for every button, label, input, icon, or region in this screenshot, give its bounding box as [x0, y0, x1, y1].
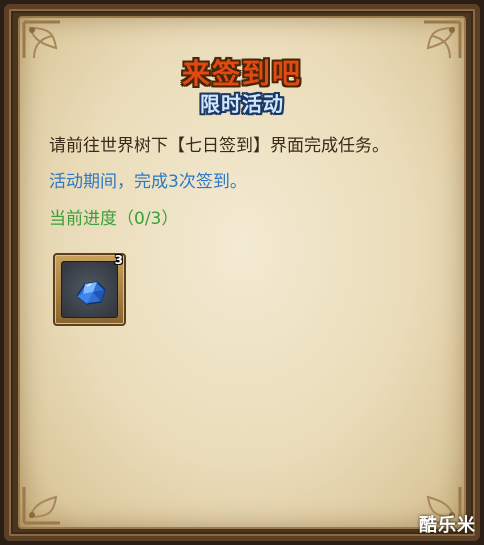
corner-ornament-icon [22, 487, 60, 525]
event-title: 来签到吧 [181, 57, 302, 90]
reward-count-badge: 3 [114, 253, 123, 267]
progress-text: 当前进度（0/3） [49, 209, 179, 229]
event-panel: 来签到吧 限时活动 请前往世界树下【七日签到】界面完成任务。 活动期间，完成3次… [0, 0, 484, 545]
event-subtitle: 限时活动 [200, 92, 284, 116]
reward-item-slot[interactable]: 3 [53, 253, 126, 326]
blue-crystal-icon [75, 281, 106, 305]
site-watermark: 酷乐米 [419, 515, 476, 536]
event-description: 请前往世界树下【七日签到】界面完成任务。 [49, 136, 389, 156]
event-period: 活动期间，完成3次签到。 [49, 172, 247, 192]
